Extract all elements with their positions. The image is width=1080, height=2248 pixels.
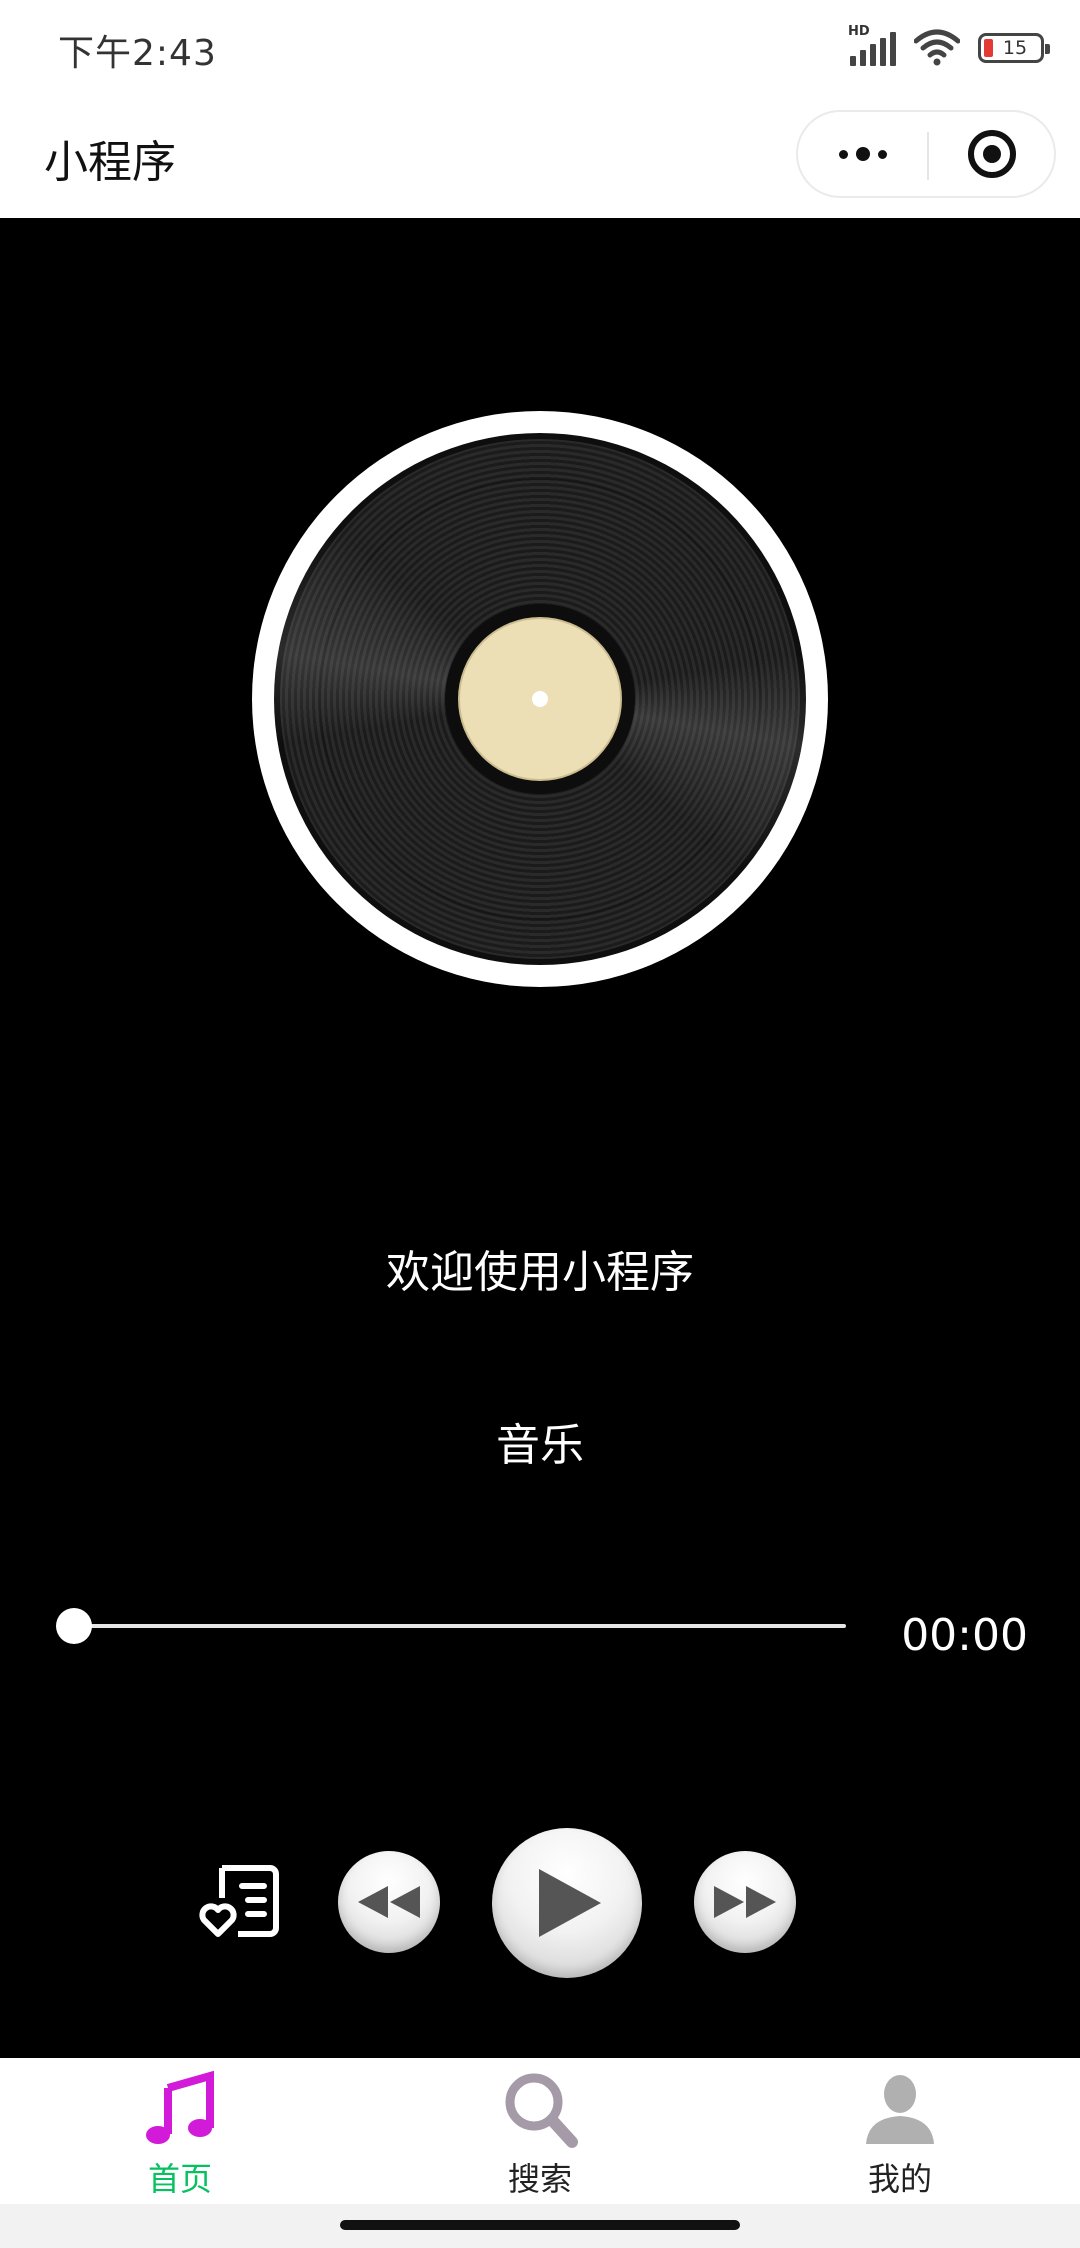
vinyl-record-rim xyxy=(252,411,828,987)
tab-search-label: 搜索 xyxy=(507,2160,572,2198)
cellular-signal-icon: HD xyxy=(848,24,896,68)
song-name: 音乐 xyxy=(496,1420,584,1471)
status-icons: HD 15 xyxy=(848,24,1050,70)
more-dots-icon xyxy=(839,149,848,159)
target-close-icon xyxy=(968,130,1016,178)
vinyl-record xyxy=(252,411,828,987)
status-time: 下午2:43 xyxy=(58,33,217,74)
signal-hd-label: HD xyxy=(848,24,870,39)
progress-slider[interactable] xyxy=(76,1624,846,1628)
tab-mine-label: 我的 xyxy=(867,2160,932,2198)
current-time: 00:00 xyxy=(901,1610,1028,1661)
nav-bar: 小程序 xyxy=(0,96,1080,218)
vinyl-center-hole xyxy=(532,691,548,707)
battery-icon: 15 xyxy=(978,33,1050,63)
tab-home-label: 首页 xyxy=(147,2160,212,2198)
user-icon xyxy=(866,2075,934,2144)
battery-level: 15 xyxy=(1002,37,1028,59)
playlist-heart-icon[interactable] xyxy=(198,1858,284,1944)
music-note-icon xyxy=(146,2070,214,2144)
vinyl-label xyxy=(458,617,622,781)
play-button[interactable] xyxy=(492,1828,642,1978)
status-bar: 下午2:43 HD 15 xyxy=(0,0,1080,96)
more-button[interactable] xyxy=(798,112,928,196)
play-icon xyxy=(539,1869,601,1937)
page-title: 小程序 xyxy=(44,137,176,188)
progress-thumb[interactable] xyxy=(56,1608,92,1644)
rewind-button[interactable] xyxy=(338,1851,440,1953)
home-indicator[interactable] xyxy=(340,2220,740,2230)
tab-mine[interactable]: 我的 xyxy=(800,2058,1000,2204)
wifi-icon xyxy=(914,29,960,66)
vinyl-disc xyxy=(274,433,806,965)
player-main: 欢迎使用小程序 音乐 00:00 xyxy=(0,218,1080,2058)
fast-forward-button[interactable] xyxy=(694,1851,796,1953)
battery-fill xyxy=(984,39,993,57)
menu-capsule xyxy=(796,110,1056,198)
tab-home[interactable]: 首页 xyxy=(80,2058,280,2204)
close-button[interactable] xyxy=(928,112,1056,196)
rewind-icon xyxy=(358,1886,420,1918)
welcome-text: 欢迎使用小程序 xyxy=(386,1247,694,1298)
tab-bar: 首页 搜索 我的 xyxy=(0,2058,1080,2204)
search-icon xyxy=(505,2073,578,2148)
fast-forward-icon xyxy=(714,1886,776,1918)
vinyl-label-ring xyxy=(445,604,635,794)
tab-search[interactable]: 搜索 xyxy=(440,2058,640,2204)
